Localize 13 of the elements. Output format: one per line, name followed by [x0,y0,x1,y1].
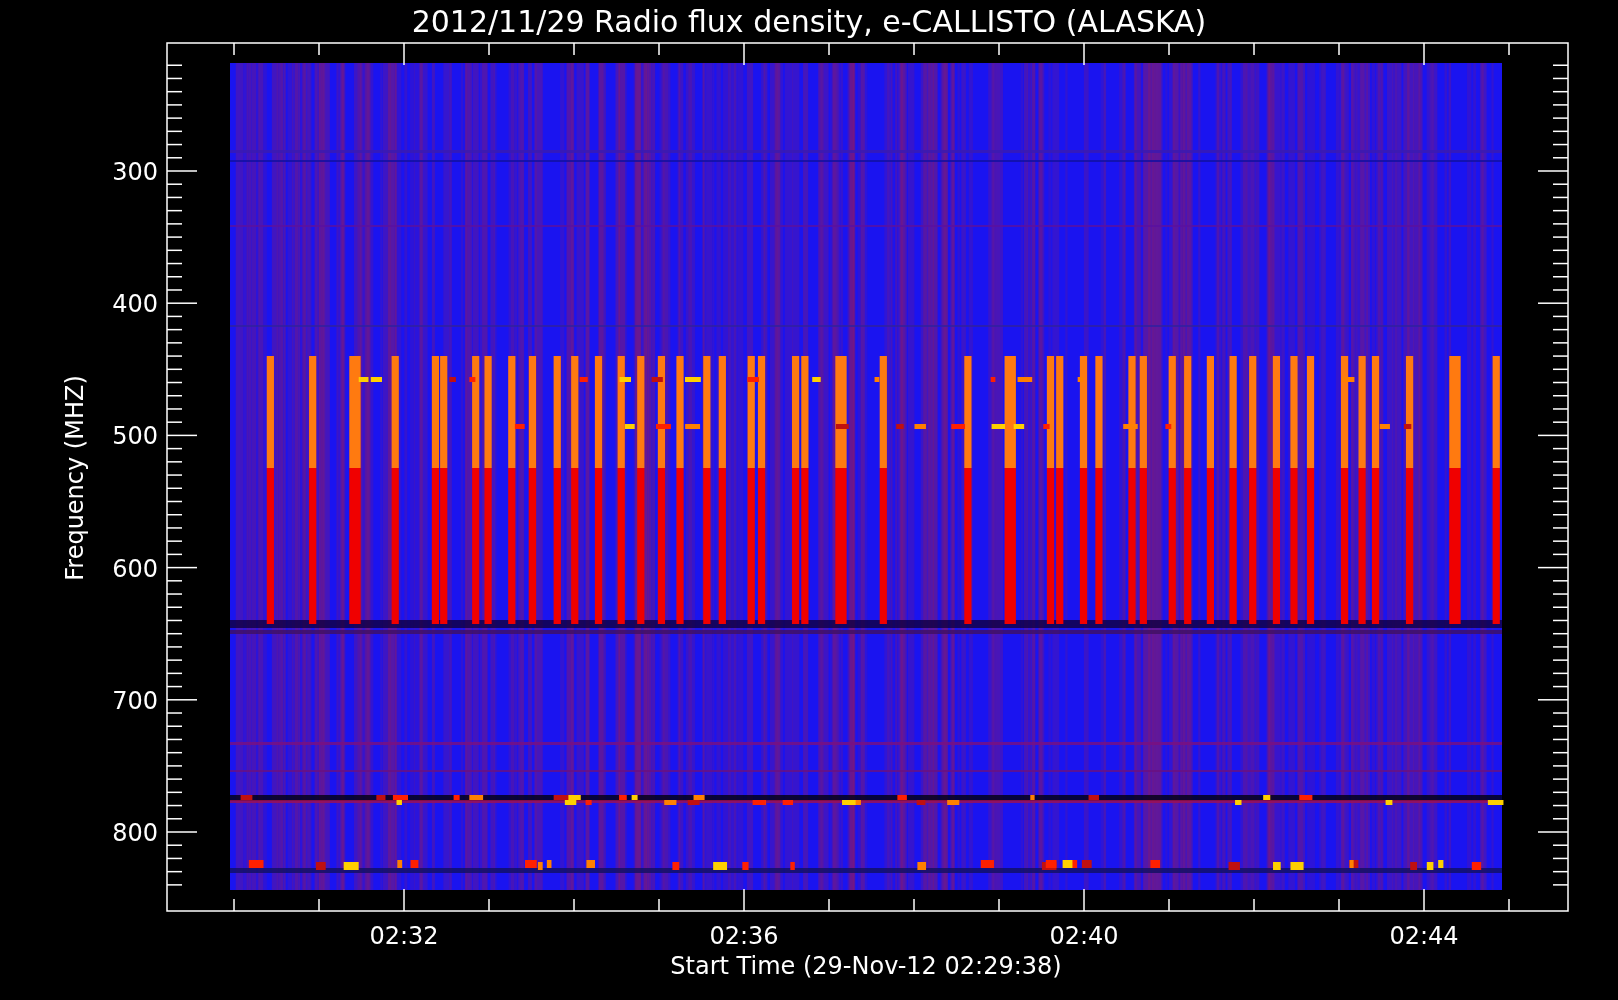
y-tick-label: 400 [112,290,158,319]
y-tick-label: 800 [112,819,158,847]
x-tick-label: 02:44 [1389,922,1459,950]
y-tick-label: 500 [112,422,158,451]
x-tick-label: 02:40 [1049,922,1119,950]
x-tick-label: 02:32 [369,922,439,950]
y-axis-label: Frequency (MHZ) [61,375,89,581]
y-tick-label: 300 [112,158,158,186]
x-tick-label: 02:36 [709,922,779,950]
y-tick-label: 700 [112,686,158,715]
plot-title: 2012/11/29 Radio flux density, e-CALLISTO (ALASKA) [411,4,1207,39]
y-tick-label: 600 [112,554,158,583]
x-axis-label: Start Time (29-Nov-12 02:29:38) [670,952,1062,980]
